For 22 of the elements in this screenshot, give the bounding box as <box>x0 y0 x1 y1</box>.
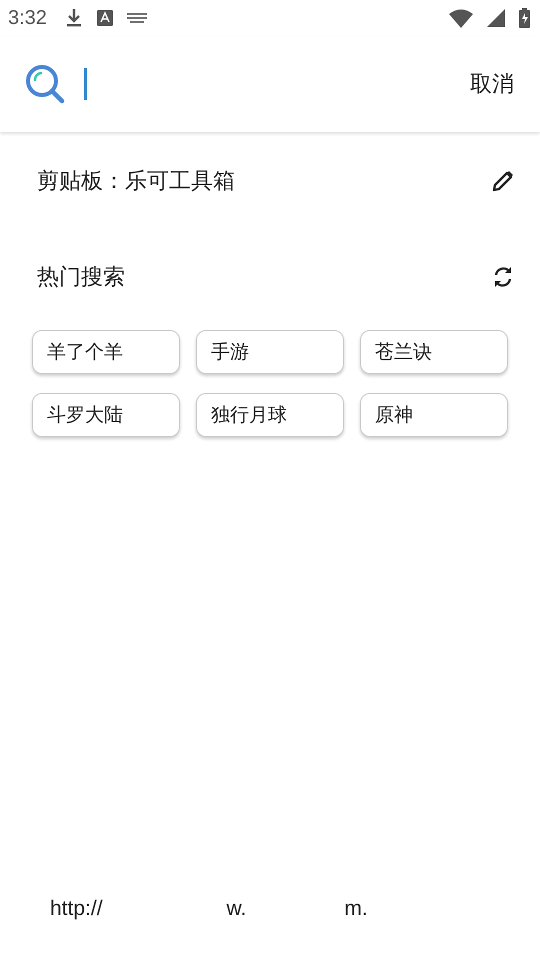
keyboard-letter-icon <box>96 10 113 26</box>
pencil-icon[interactable] <box>492 170 514 192</box>
footer-text: m. <box>344 897 368 921</box>
footer-text: w. <box>226 897 246 921</box>
keyboard-icon <box>126 12 147 24</box>
section-title: 热门搜索 <box>37 264 125 292</box>
refresh-icon[interactable] <box>492 265 514 289</box>
cancel-button[interactable]: 取消 <box>470 65 514 103</box>
search-tag[interactable]: 原神 <box>360 393 508 437</box>
download-icon <box>64 8 83 28</box>
signal-icon <box>487 9 505 27</box>
search-tag[interactable]: 独行月球 <box>196 393 344 437</box>
search-tag[interactable]: 手游 <box>196 330 344 374</box>
clipboard-text: 剪贴板：乐可工具箱 <box>37 168 235 196</box>
search-icon <box>24 63 66 105</box>
search-tag[interactable]: 斗罗大陆 <box>32 393 180 437</box>
wifi-icon <box>449 8 473 28</box>
search-tag[interactable]: 羊了个羊 <box>32 330 180 374</box>
battery-charging-icon <box>519 8 530 28</box>
status-time: 3:32 <box>8 6 47 30</box>
footer-text: http:// <box>50 897 103 921</box>
search-tag[interactable]: 苍兰诀 <box>360 330 508 374</box>
